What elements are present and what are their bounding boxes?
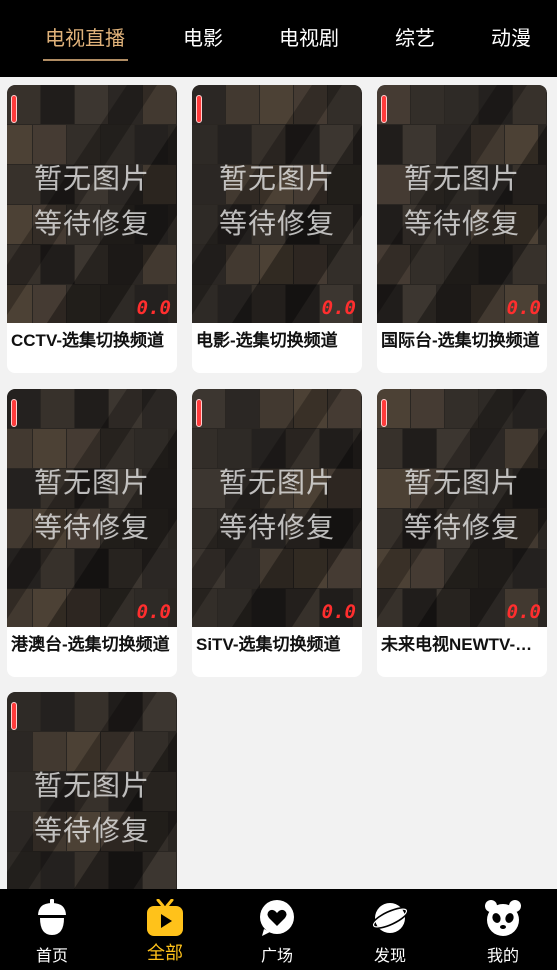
nav-square[interactable]: 广场	[221, 889, 333, 970]
poster-placeholder-image: 暂无图片 等待修复 0.0	[377, 85, 547, 323]
poster-placeholder-image: 暂无图片 等待修复	[7, 692, 177, 889]
app-root: 电视直播 电影 电视剧 综艺 动漫 暂无图片 等待修复 0.0 CCTV-选集切…	[0, 0, 557, 970]
nav-label: 广场	[260, 946, 293, 965]
flag-marker-icon	[11, 95, 17, 123]
tab-anime[interactable]: 动漫	[491, 22, 531, 52]
card-title: 国际台-选集切换频道	[381, 331, 540, 350]
nav-home[interactable]: 首页	[0, 889, 108, 970]
poster-placeholder-image: 暂无图片 等待修复 0.0	[192, 389, 362, 627]
score-label: 0.0	[506, 601, 541, 623]
placeholder-line1: 暂无图片	[403, 466, 520, 499]
play-tv-icon	[147, 899, 183, 936]
placeholder-line2: 等待修复	[33, 814, 150, 847]
placeholder-line1: 暂无图片	[403, 162, 520, 195]
card-title: 港澳台-选集切换频道	[11, 635, 170, 654]
nav-label: 首页	[35, 946, 68, 965]
channel-grid: 暂无图片 等待修复 0.0 CCTV-选集切换频道 暂无图片 等待修复 0.0 …	[0, 77, 557, 889]
flag-marker-icon	[196, 95, 202, 123]
card-title: 未来电视NEWTV-选集切换频道	[381, 635, 543, 654]
channel-card[interactable]: 暂无图片 等待修复 0.0 国际台-选集切换频道	[377, 85, 547, 373]
placeholder-line2: 等待修复	[33, 511, 150, 544]
active-tab-indicator	[43, 59, 128, 61]
placeholder-line2: 等待修复	[218, 511, 335, 544]
channel-card[interactable]: 暂无图片 等待修复 0.0 SiTV-选集切换频道	[192, 389, 362, 677]
poster-placeholder-image: 暂无图片 等待修复 0.0	[377, 389, 547, 627]
nav-label: 我的	[486, 946, 519, 965]
category-tab-bar: 电视直播 电影 电视剧 综艺 动漫	[0, 0, 557, 77]
nav-label: 发现	[373, 946, 406, 965]
channel-card[interactable]: 暂无图片 等待修复 0.0 电影-选集切换频道	[192, 85, 362, 373]
placeholder-line1: 暂无图片	[33, 162, 150, 195]
poster-placeholder-image: 暂无图片 等待修复 0.0	[7, 389, 177, 627]
placeholder-line2: 等待修复	[403, 207, 520, 240]
card-title: SiTV-选集切换频道	[196, 635, 341, 654]
planet-icon	[371, 903, 409, 933]
channel-card[interactable]: 暂无图片 等待修复 0.0 港澳台-选集切换频道	[7, 389, 177, 677]
channel-card[interactable]: 暂无图片 等待修复 0.0 CCTV-选集切换频道	[7, 85, 177, 373]
flag-marker-icon	[196, 399, 202, 427]
poster-placeholder-image: 暂无图片 等待修复 0.0	[7, 85, 177, 323]
acorn-icon	[38, 899, 66, 935]
nav-label: 全部	[147, 943, 183, 964]
score-label: 0.0	[136, 297, 171, 319]
tab-movies[interactable]: 电影	[183, 22, 223, 52]
bottom-navigation: 首页 全部 广场 发现 我的	[0, 889, 557, 970]
score-label: 0.0	[506, 297, 541, 319]
panda-icon	[485, 900, 521, 936]
placeholder-line2: 等待修复	[218, 207, 335, 240]
placeholder-line1: 暂无图片	[33, 466, 150, 499]
tab-tv-series[interactable]: 电视剧	[279, 22, 339, 52]
placeholder-line1: 暂无图片	[33, 769, 150, 802]
placeholder-line1: 暂无图片	[218, 466, 335, 499]
flag-marker-icon	[381, 399, 387, 427]
score-label: 0.0	[136, 601, 171, 623]
placeholder-line1: 暂无图片	[218, 162, 335, 195]
nav-all[interactable]: 全部	[109, 889, 221, 970]
flag-marker-icon	[11, 399, 17, 427]
flag-marker-icon	[11, 702, 17, 730]
nav-discover[interactable]: 发现	[334, 889, 446, 970]
poster-placeholder-image: 暂无图片 等待修复 0.0	[192, 85, 362, 323]
placeholder-line2: 等待修复	[403, 511, 520, 544]
channel-card[interactable]: 暂无图片 等待修复 0.0 未来电视NEWTV-选集切换频道	[377, 389, 547, 677]
nav-mine[interactable]: 我的	[447, 889, 557, 970]
score-label: 0.0	[321, 601, 356, 623]
score-label: 0.0	[321, 297, 356, 319]
card-title: 电影-选集切换频道	[196, 331, 338, 350]
channel-card[interactable]: 暂无图片 等待修复	[7, 692, 177, 889]
tab-variety[interactable]: 综艺	[395, 22, 435, 52]
heart-bubble-icon	[260, 900, 294, 936]
placeholder-line2: 等待修复	[33, 207, 150, 240]
tab-live-tv[interactable]: 电视直播	[45, 22, 125, 52]
flag-marker-icon	[381, 95, 387, 123]
card-title: CCTV-选集切换频道	[11, 331, 164, 350]
